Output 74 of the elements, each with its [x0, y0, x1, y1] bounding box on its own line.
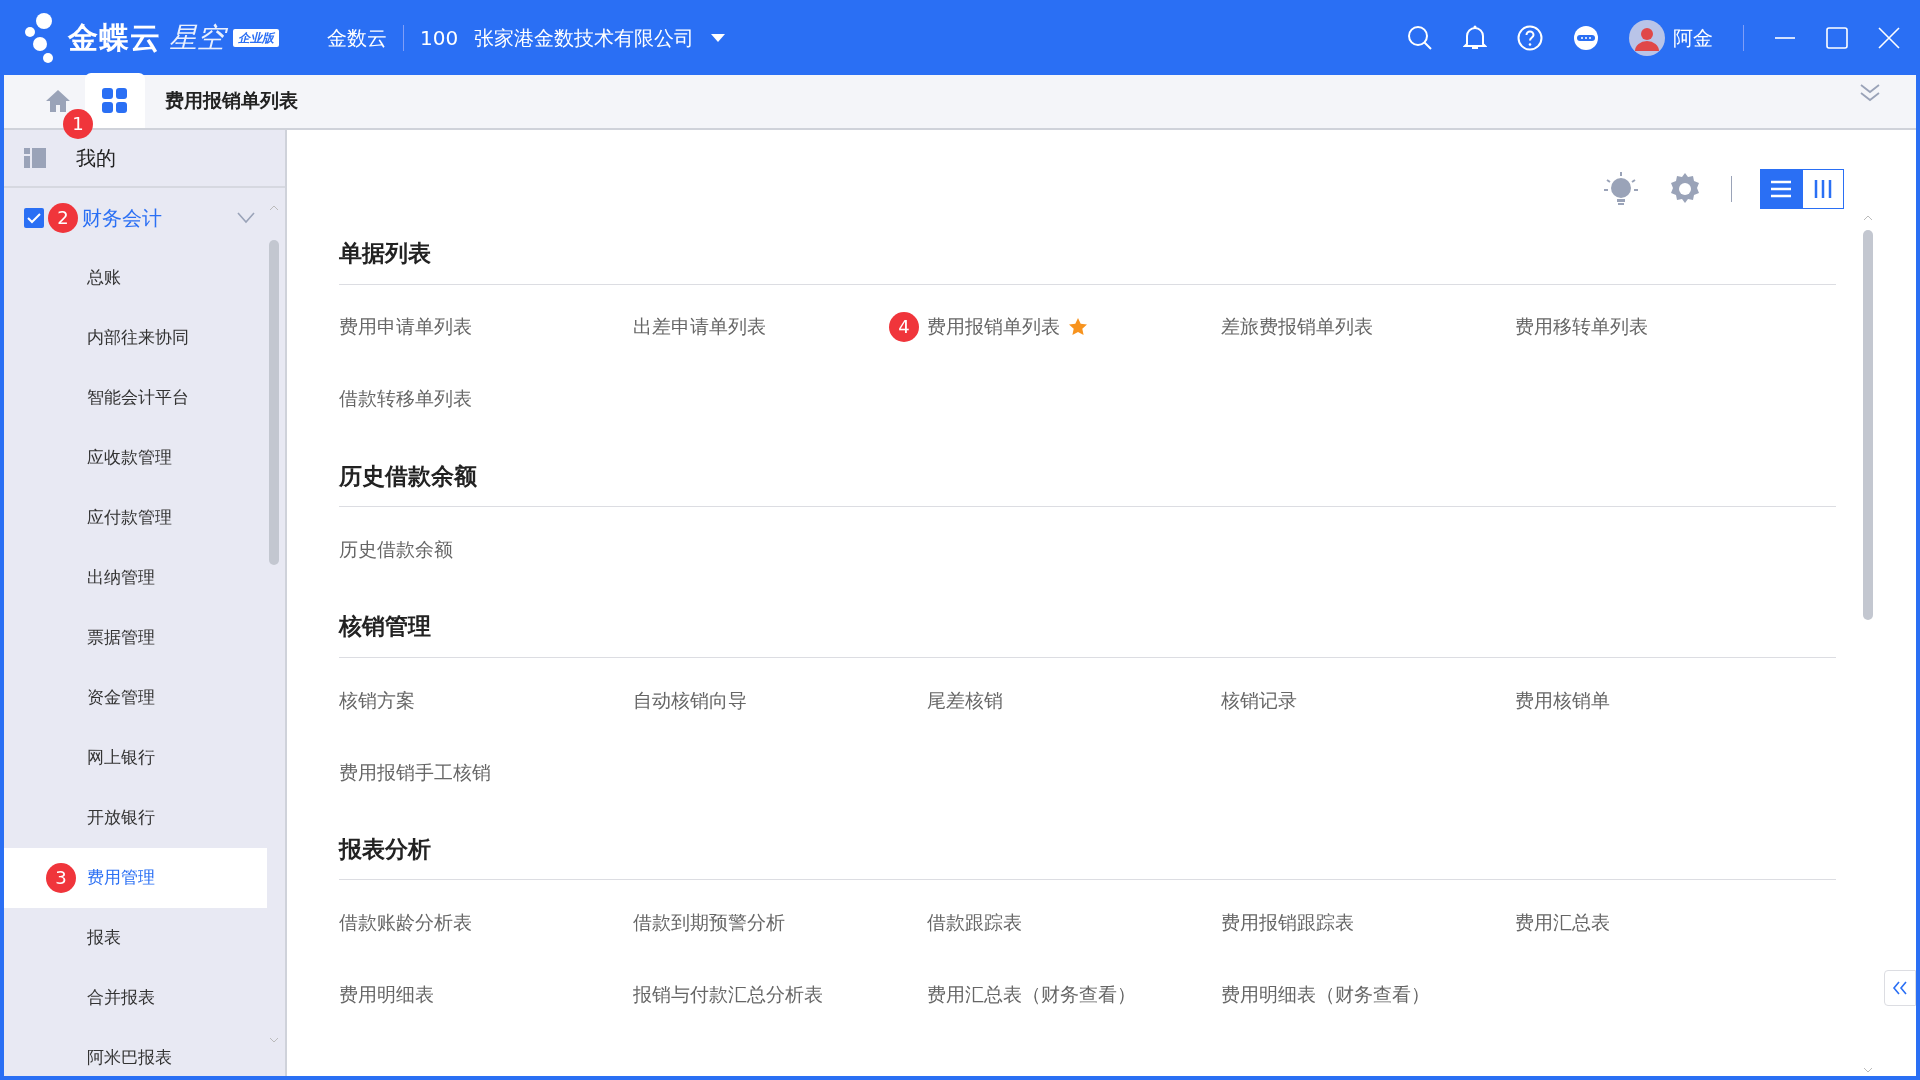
step-badge: 2: [48, 203, 78, 233]
section-title: 单据列表: [339, 230, 1836, 285]
menu-link[interactable]: 核销方案: [339, 685, 415, 715]
menu-link[interactable]: 费用核销单: [1515, 685, 1610, 715]
logo-text: 金蝶云: [68, 19, 161, 57]
user-name[interactable]: 阿金: [1673, 22, 1713, 53]
sidebar-item[interactable]: 资金管理: [4, 668, 267, 728]
double-chevron-left-icon: [1892, 981, 1908, 995]
menu-link[interactable]: 费用汇总表: [1515, 908, 1610, 937]
layout-icon: [24, 148, 46, 168]
expand-icon[interactable]: [1859, 83, 1881, 103]
org-selector[interactable]: 100 张家港金数技术有限公司: [420, 22, 727, 53]
collapse-button[interactable]: [1884, 970, 1916, 1006]
grid-icon: [102, 87, 128, 114]
menu-link[interactable]: 费用报销跟踪表: [1221, 908, 1354, 937]
maximize-icon[interactable]: [1826, 26, 1848, 49]
menu-link[interactable]: 借款跟踪表: [927, 908, 1022, 937]
list-view-button[interactable]: [1760, 169, 1802, 209]
mine-label: 我的: [76, 145, 116, 172]
home-icon: [44, 88, 71, 113]
menu-link[interactable]: 费用申请单列表: [339, 312, 472, 341]
page-tab[interactable]: 费用报销单列表: [145, 73, 318, 128]
menu-link[interactable]: 借款账龄分析表: [339, 908, 472, 937]
sidebar-item[interactable]: 网上银行: [4, 728, 267, 788]
group-label[interactable]: 财务会计: [82, 203, 162, 233]
org-short-name: 金数云: [327, 24, 387, 52]
menu-link[interactable]: 费用汇总表（财务查看）: [927, 980, 1136, 1009]
menu-link[interactable]: 核销记录: [1221, 685, 1297, 715]
edition-label: 企业版: [233, 28, 279, 47]
bulb-icon[interactable]: [1603, 171, 1639, 207]
menu-link[interactable]: 报销与付款汇总分析表: [633, 980, 823, 1009]
sidebar-item[interactable]: 合并报表: [4, 968, 267, 1028]
mine-menu[interactable]: 我的: [4, 130, 285, 188]
bell-icon[interactable]: [1463, 24, 1487, 51]
org-code: 100: [420, 24, 459, 52]
sidebar-item[interactable]: 阿米巴报表: [4, 1028, 267, 1080]
menu-link[interactable]: 自动核销向导: [633, 685, 747, 715]
menu-link[interactable]: 历史借款余额: [339, 534, 453, 564]
list-icon: [1770, 180, 1792, 198]
caret-icon: [710, 32, 727, 43]
apps-tab[interactable]: [85, 73, 145, 128]
sidebar-item[interactable]: 3 费用管理: [4, 848, 267, 908]
columns-icon: [1813, 179, 1833, 199]
close-icon[interactable]: [1878, 26, 1900, 49]
menu-link[interactable]: 借款转移单列表: [339, 384, 472, 413]
menu-link[interactable]: 费用报销手工核销: [339, 757, 491, 787]
sidebar-item[interactable]: 智能会计平台: [4, 368, 267, 428]
menu-link[interactable]: 费用移转单列表: [1515, 312, 1648, 341]
step-badge: 3: [46, 863, 76, 893]
section-title: 报表分析: [339, 825, 1836, 881]
sidebar-item[interactable]: 内部往来协同: [4, 308, 267, 368]
column-view-button[interactable]: [1802, 169, 1844, 209]
menu-link[interactable]: 差旅费报销单列表: [1221, 312, 1373, 341]
menu-link[interactable]: 费用明细表（财务查看）: [1221, 980, 1430, 1009]
menu-link[interactable]: 费用明细表: [339, 980, 434, 1009]
help-icon[interactable]: [1517, 24, 1543, 51]
sidebar-item[interactable]: 总账: [4, 248, 267, 308]
more-icon[interactable]: [1573, 24, 1599, 51]
search-icon[interactable]: [1407, 24, 1433, 51]
sidebar-item[interactable]: 出纳管理: [4, 548, 267, 608]
sidebar-item[interactable]: 应收款管理: [4, 428, 267, 488]
sidebar-item[interactable]: 开放银行: [4, 788, 267, 848]
menu-link[interactable]: 尾差核销: [927, 685, 1003, 715]
section-title: 核销管理: [339, 603, 1836, 658]
menu-link[interactable]: 借款到期预警分析: [633, 908, 785, 937]
sidebar-item[interactable]: 票据管理: [4, 608, 267, 668]
step-badge: 4: [889, 311, 919, 342]
sidebar-item[interactable]: 报表: [4, 908, 267, 968]
menu-link[interactable]: 出差申请单列表: [633, 312, 766, 341]
section-title: 历史借款余额: [339, 452, 1836, 508]
org-name: 张家港金数技术有限公司: [474, 24, 695, 52]
menu-link[interactable]: 费用报销单列表: [927, 312, 1060, 341]
avatar-icon[interactable]: [1629, 19, 1665, 56]
sidebar-item[interactable]: 应付款管理: [4, 488, 267, 548]
